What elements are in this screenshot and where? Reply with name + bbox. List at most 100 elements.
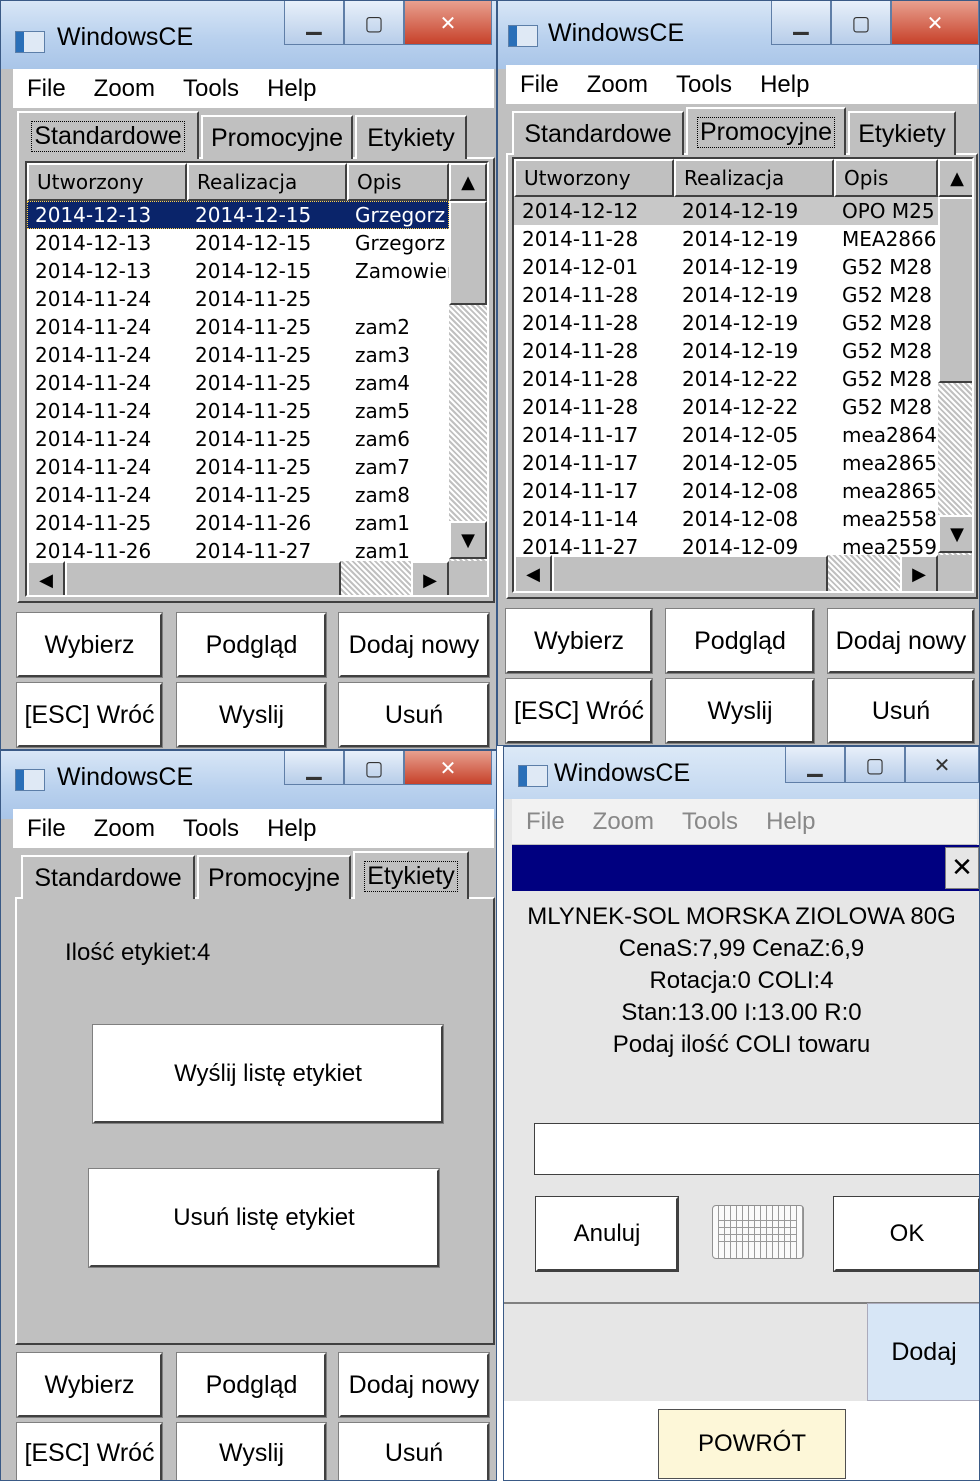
table-row[interactable]: 2014-11-24 2014-11-25 zam6: [27, 425, 449, 453]
podglad-button[interactable]: Podgląd: [176, 1352, 327, 1418]
scroll-left-icon[interactable]: ◀: [514, 555, 552, 591]
tab-promocyjne[interactable]: Promocyjne: [201, 115, 353, 159]
usun-button[interactable]: Usuń: [827, 678, 975, 744]
scroll-down-icon[interactable]: ▼: [938, 515, 972, 553]
maximize-icon[interactable]: ▢: [344, 1, 404, 45]
table-row[interactable]: 2014-12-13 2014-12-15 Zamowieı: [27, 257, 449, 285]
podglad-button[interactable]: Podgląd: [665, 608, 815, 674]
column-header-utworzony[interactable]: Utworzony: [27, 163, 187, 201]
table-row[interactable]: 2014-11-24 2014-11-25 zam7: [27, 453, 449, 481]
podglad-button[interactable]: Podgląd: [176, 612, 327, 678]
maximize-icon[interactable]: ▢: [831, 1, 891, 45]
menu-zoom[interactable]: Zoom: [80, 815, 169, 843]
table-row[interactable]: 2014-11-24 2014-11-25: [27, 285, 449, 313]
tab-standardowe[interactable]: Standardowe: [512, 111, 684, 155]
scroll-right-icon[interactable]: ▶: [900, 555, 938, 591]
menu-zoom[interactable]: Zoom: [573, 71, 662, 99]
maximize-icon[interactable]: ▢: [344, 751, 404, 785]
wyslij-button[interactable]: Wyslij: [665, 678, 815, 744]
table-row[interactable]: 2014-12-12 2014-12-19 OPO M25: [514, 197, 938, 225]
tab-standardowe[interactable]: Standardowe: [17, 111, 199, 159]
cancel-button[interactable]: Anuluj: [535, 1196, 679, 1272]
close-icon[interactable]: ✕: [404, 751, 492, 785]
table-row[interactable]: 2014-11-25 2014-11-26 zam1: [27, 509, 449, 537]
table-row[interactable]: 2014-11-24 2014-11-25 zam3: [27, 341, 449, 369]
vertical-scrollbar[interactable]: ▲ ▼: [449, 163, 487, 561]
column-header-utworzony[interactable]: Utworzony: [514, 159, 674, 197]
hscroll-thumb[interactable]: [552, 555, 828, 591]
keyboard-icon[interactable]: [712, 1205, 804, 1259]
dodaj-nowy-button[interactable]: Dodaj nowy: [338, 612, 490, 678]
column-header-realizacja[interactable]: Realizacja: [187, 163, 347, 201]
table-row[interactable]: 2014-11-24 2014-11-25 zam5: [27, 397, 449, 425]
table-row[interactable]: 2014-11-28 2014-12-19 G52 M28: [514, 337, 938, 365]
delete-labels-button[interactable]: Usuń listę etykiet: [88, 1168, 440, 1268]
dialog-close-icon[interactable]: ✕: [945, 847, 979, 889]
menu-zoom[interactable]: Zoom: [579, 808, 668, 836]
menu-zoom[interactable]: Zoom: [80, 75, 169, 103]
wroc-button[interactable]: [ESC] Wróć: [505, 678, 653, 744]
minimize-icon[interactable]: ▁: [284, 751, 344, 785]
scroll-up-icon[interactable]: ▲: [449, 163, 487, 201]
wyslij-button[interactable]: Wyslij: [176, 1422, 327, 1480]
menu-file[interactable]: File: [13, 815, 80, 843]
minimize-icon[interactable]: ▁: [771, 1, 831, 45]
tab-promocyjne[interactable]: Promocyjne: [197, 855, 351, 899]
add-button[interactable]: Dodaj: [867, 1303, 979, 1401]
maximize-icon[interactable]: ▢: [845, 747, 905, 783]
menu-file[interactable]: File: [512, 808, 579, 836]
menu-help[interactable]: Help: [253, 75, 330, 103]
menu-help[interactable]: Help: [746, 71, 823, 99]
table-row[interactable]: 2014-11-28 2014-12-22 G52 M28: [514, 393, 938, 421]
table-row[interactable]: 2014-11-17 2014-12-08 mea2865: [514, 477, 938, 505]
promotions-list[interactable]: Utworzony Realizacja Opis 2014-12-12 2014…: [512, 157, 974, 593]
dodaj-nowy-button[interactable]: Dodaj nowy: [338, 1352, 490, 1418]
close-icon[interactable]: ✕: [905, 747, 979, 783]
scroll-down-icon[interactable]: ▼: [449, 521, 487, 559]
send-labels-button[interactable]: Wyślij listę etykiet: [92, 1024, 444, 1124]
scroll-thumb[interactable]: [938, 197, 972, 383]
table-row[interactable]: 2014-11-28 2014-12-19 G52 M28: [514, 309, 938, 337]
horizontal-scrollbar[interactable]: ◀ ▶: [514, 555, 938, 591]
table-row[interactable]: 2014-11-24 2014-11-25 zam2: [27, 313, 449, 341]
minimize-icon[interactable]: ▁: [284, 1, 344, 45]
table-row[interactable]: 2014-11-28 2014-12-19 G52 M28: [514, 281, 938, 309]
vertical-scrollbar[interactable]: ▲ ▼: [938, 159, 972, 555]
table-row[interactable]: 2014-11-14 2014-12-08 mea2558: [514, 505, 938, 533]
menu-file[interactable]: File: [506, 71, 573, 99]
scroll-right-icon[interactable]: ▶: [411, 561, 449, 595]
tab-etykiety[interactable]: Etykiety: [355, 115, 467, 159]
usun-button[interactable]: Usuń: [338, 682, 490, 748]
ok-button[interactable]: OK: [833, 1196, 979, 1272]
close-icon[interactable]: ✕: [891, 1, 979, 45]
menu-tools[interactable]: Tools: [169, 815, 253, 843]
table-row[interactable]: 2014-12-13 2014-12-15 Grzegorz: [27, 229, 449, 257]
scroll-up-icon[interactable]: ▲: [938, 159, 972, 197]
scroll-thumb[interactable]: [449, 201, 487, 305]
wyslij-button[interactable]: Wyslij: [176, 682, 327, 748]
back-button[interactable]: POWRÓT: [658, 1409, 846, 1479]
menu-file[interactable]: File: [13, 75, 80, 103]
table-row[interactable]: 2014-11-28 2014-12-22 G52 M28: [514, 365, 938, 393]
menu-help[interactable]: Help: [253, 815, 330, 843]
menu-tools[interactable]: Tools: [169, 75, 253, 103]
wybierz-button[interactable]: Wybierz: [16, 612, 163, 678]
table-row[interactable]: 2014-11-17 2014-12-05 mea2864: [514, 421, 938, 449]
menu-tools[interactable]: Tools: [662, 71, 746, 99]
menu-help[interactable]: Help: [752, 808, 829, 836]
table-row[interactable]: 2014-12-01 2014-12-19 G52 M28: [514, 253, 938, 281]
column-header-opis[interactable]: Opis: [347, 163, 449, 201]
wroc-button[interactable]: [ESC] Wróć: [16, 682, 163, 748]
dodaj-nowy-button[interactable]: Dodaj nowy: [827, 608, 975, 674]
column-header-realizacja[interactable]: Realizacja: [674, 159, 834, 197]
table-row[interactable]: 2014-11-17 2014-12-05 mea2865: [514, 449, 938, 477]
orders-list[interactable]: Utworzony Realizacja Opis 2014-12-13 2014…: [25, 161, 489, 597]
column-header-opis[interactable]: Opis: [834, 159, 938, 197]
horizontal-scrollbar[interactable]: ◀ ▶: [27, 561, 449, 595]
tab-promocyjne[interactable]: Promocyjne: [686, 107, 846, 155]
tab-etykiety[interactable]: Etykiety: [848, 111, 956, 155]
tab-standardowe[interactable]: Standardowe: [21, 855, 195, 899]
table-row[interactable]: 2014-12-13 2014-12-15 Grzegorz: [27, 201, 449, 229]
close-icon[interactable]: ✕: [404, 1, 492, 45]
usun-button[interactable]: Usuń: [338, 1422, 490, 1480]
